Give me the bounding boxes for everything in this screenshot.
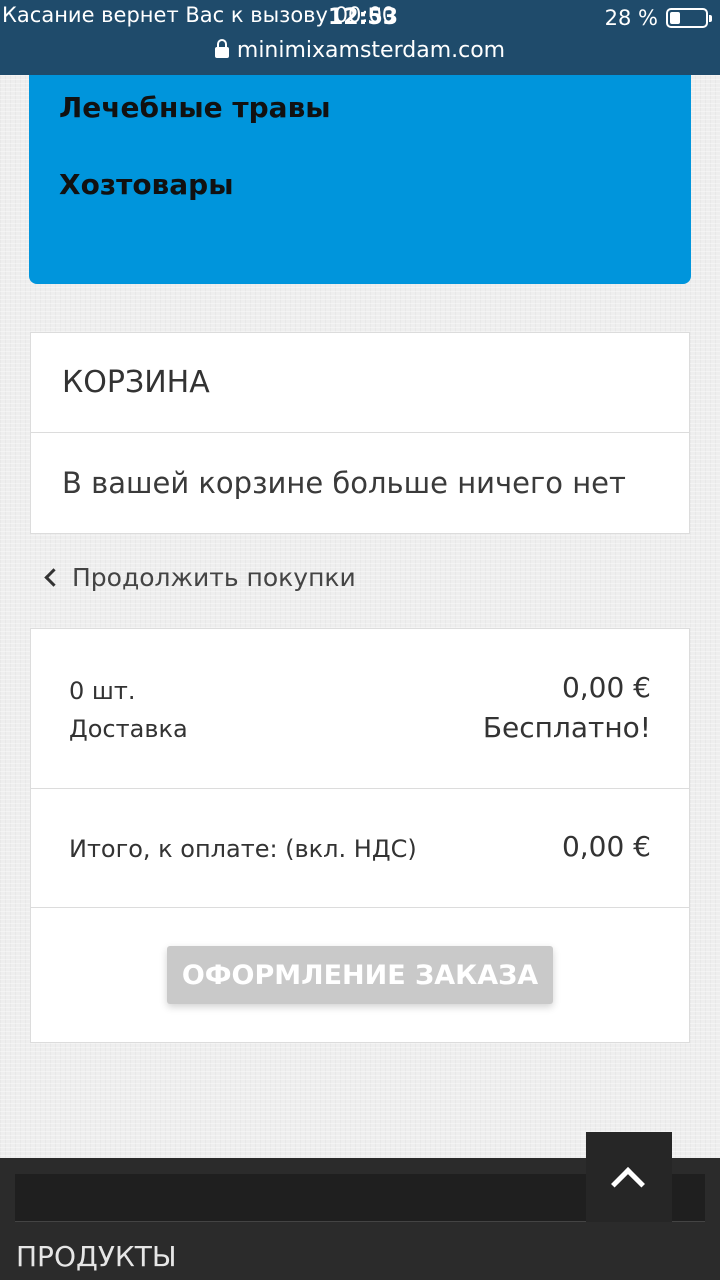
cart-title: КОРЗИНА <box>31 333 689 433</box>
chevron-left-icon <box>44 568 63 587</box>
total-row: Итого, к оплате: (вкл. НДС) 0,00 € <box>31 789 689 908</box>
continue-shopping-link[interactable]: Продолжить покупки <box>42 563 356 592</box>
order-summary: 0 шт. 0,00 € Доставка Бесплатно! Итого, … <box>30 628 690 1043</box>
menu-item-herbs[interactable]: Лечебные травы <box>59 91 331 124</box>
continue-shopping-label: Продолжить покупки <box>72 563 356 592</box>
subtotal-row: 0 шт. 0,00 € Доставка Бесплатно! <box>31 629 689 789</box>
scroll-to-top-button[interactable] <box>586 1132 672 1222</box>
cart-empty-message: В вашей корзине больше ничего нет <box>62 466 626 500</box>
checkout-button[interactable]: ОФОРМЛЕНИЕ ЗАКАЗА <box>167 946 553 1004</box>
footer-products-heading[interactable]: ПРОДУКТЫ <box>16 1240 177 1273</box>
battery-percent: 28 % <box>604 6 658 30</box>
status-time: 12:53 <box>328 5 399 30</box>
cart-panel: КОРЗИНА В вашей корзине больше ничего не… <box>30 332 690 534</box>
lock-icon <box>214 39 229 58</box>
status-bar: Касание вернет Вас к вызову 00:00 12:53 … <box>0 0 720 75</box>
total-label: Итого, к оплате: (вкл. НДС) <box>69 835 417 863</box>
items-value: 0,00 € <box>561 671 651 704</box>
battery-icon <box>666 8 712 28</box>
shipping-label: Доставка <box>69 715 188 743</box>
url-bar[interactable]: minimixamsterdam.com <box>0 38 720 63</box>
category-menu: Лечебные травы Хозтовары <box>29 60 691 284</box>
total-value: 0,00 € <box>561 830 651 863</box>
shipping-value: Бесплатно! <box>482 711 651 744</box>
url-text[interactable]: minimixamsterdam.com <box>237 38 505 63</box>
menu-item-household[interactable]: Хозтовары <box>59 168 234 201</box>
chevron-up-icon <box>611 1167 645 1201</box>
status-right: 28 % <box>604 6 712 30</box>
items-count: 0 шт. <box>69 677 136 705</box>
